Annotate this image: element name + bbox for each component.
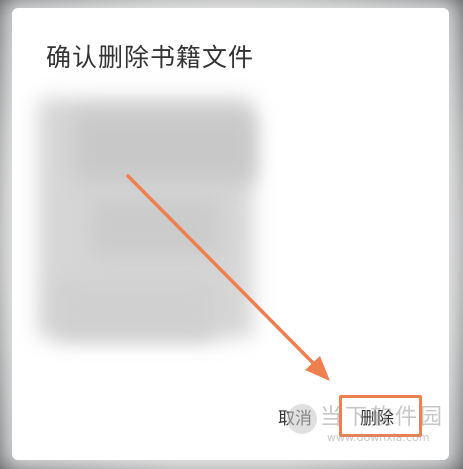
blurred-content-block [75,112,255,182]
confirm-delete-dialog: 确认删除书籍文件 [12,8,449,460]
dialog-title: 确认删除书籍文件 [46,43,255,72]
blurred-content-block [55,280,215,340]
watermark-url: www.downxia.com [327,431,430,444]
blurred-book-list [30,90,300,352]
blurred-content-block [90,198,220,256]
watermark-text: 当下软件园 [320,405,446,430]
watermark: 当下软件园 www.downxia.com [287,397,447,455]
screenshot-stage: 确认删除书籍文件 取消 删除 当下软件园 www.downxia.com [0,0,463,469]
watermark-logo-icon [287,404,317,434]
